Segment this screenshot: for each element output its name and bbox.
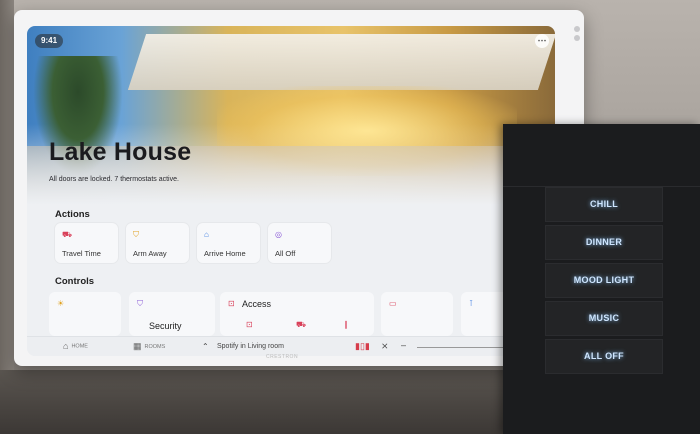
- action-arm-away[interactable]: ⛉ Arm Away: [126, 223, 189, 263]
- shield-icon: ⛉: [133, 230, 139, 239]
- keypad-button-mood-light[interactable]: MOOD LIGHT: [545, 263, 663, 298]
- shield-icon: ⛉: [137, 299, 143, 308]
- page-title: Lake House: [49, 138, 192, 166]
- camera-icon: ▭: [389, 299, 397, 308]
- action-label: Travel Time: [62, 249, 101, 258]
- control-access-label: Access: [242, 299, 272, 309]
- nav-rooms[interactable]: ▦ ROOMS: [133, 341, 165, 352]
- grid-icon: ▦: [133, 341, 142, 351]
- now-playing-text[interactable]: Spotify in Living room: [217, 343, 284, 350]
- thermometer-icon: ⊺: [469, 299, 474, 308]
- car-icon: ⛟: [62, 230, 73, 239]
- brand-logo: CRESTRON: [266, 354, 299, 360]
- volume-down-icon[interactable]: –: [401, 340, 406, 350]
- control-lights[interactable]: ☀: [49, 292, 121, 336]
- chevron-up-icon[interactable]: ⌃: [202, 342, 209, 351]
- control-access[interactable]: ⊡ Access ⊡ ⛟ ∥: [220, 292, 374, 336]
- nav-home-label: HOME: [71, 343, 88, 350]
- house-icon: ⌂: [204, 230, 209, 239]
- touch-panel: 9:41 ⋯ Lake House All doors are locked. …: [14, 10, 584, 366]
- hero-roof: [127, 34, 555, 90]
- control-security-label: Security: [149, 321, 182, 331]
- action-arrive-home[interactable]: ⌂ Arrive Home: [197, 223, 260, 263]
- control-cameras[interactable]: ▭: [381, 292, 453, 336]
- background-wall: [0, 0, 14, 370]
- action-all-off[interactable]: ◎ All Off: [268, 223, 331, 263]
- action-label: Arrive Home: [204, 249, 246, 258]
- keypad-button-all-off[interactable]: ALL OFF: [545, 339, 663, 374]
- keypad-button-music[interactable]: MUSIC: [545, 301, 663, 336]
- panel-side-dots: [574, 26, 581, 44]
- control-security[interactable]: ⛉ Security: [129, 292, 215, 336]
- nav-rooms-label: ROOMS: [144, 343, 166, 350]
- section-actions-label: Actions: [55, 209, 90, 220]
- action-label: All Off: [275, 249, 296, 258]
- garage-icon[interactable]: ⛟: [296, 320, 306, 330]
- action-travel-time[interactable]: ⛟ Travel Time: [55, 223, 118, 263]
- bottom-bar: ⌂ HOME ▦ ROOMS ⌃ Spotify in Living room ▮▯…: [27, 336, 555, 356]
- nav-home[interactable]: ⌂ HOME: [63, 341, 88, 351]
- lock-icon[interactable]: ⊡: [246, 320, 253, 329]
- status-time: 9:41: [35, 34, 64, 48]
- more-options-button[interactable]: ⋯: [535, 34, 549, 48]
- lightbulb-icon: ☀: [57, 299, 65, 308]
- wall-keypad: CHILL DINNER MOOD LIGHT MUSIC ALL OFF: [503, 124, 700, 434]
- panel-screen: 9:41 ⋯ Lake House All doors are locked. …: [27, 26, 555, 356]
- action-label: Arm Away: [133, 249, 167, 258]
- lock-icon: ⊡: [228, 299, 235, 308]
- power-icon: ◎: [275, 230, 282, 239]
- keypad-button-chill[interactable]: CHILL: [545, 187, 663, 222]
- equalizer-icon[interactable]: ▮▯▮: [355, 341, 370, 352]
- page-subtitle: All doors are locked. 7 thermostats acti…: [49, 176, 179, 183]
- home-icon: ⌂: [63, 341, 69, 351]
- section-controls-label: Controls: [55, 276, 95, 287]
- gate-icon[interactable]: ∥: [344, 320, 348, 329]
- more-icon: ⋯: [537, 35, 547, 45]
- keypad-button-dinner[interactable]: DINNER: [545, 225, 663, 260]
- mute-icon[interactable]: ⨯: [381, 341, 389, 352]
